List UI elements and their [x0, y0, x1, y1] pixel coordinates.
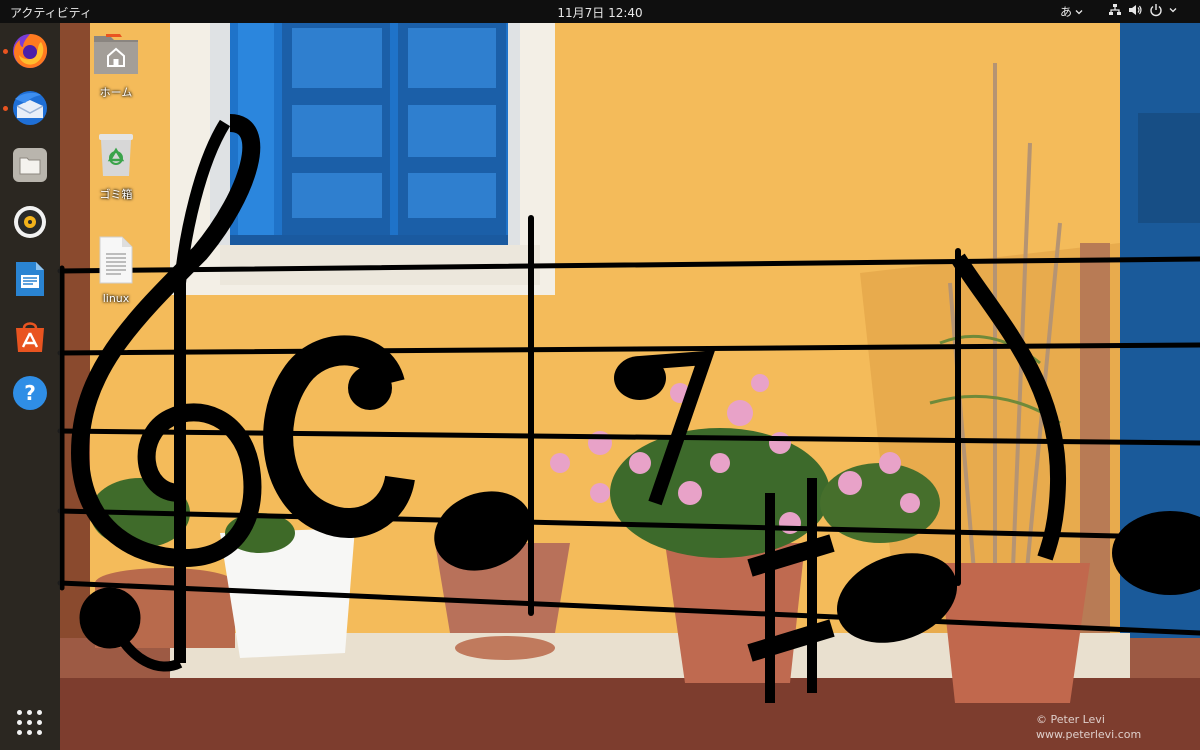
- show-applications-button[interactable]: [17, 710, 43, 736]
- credit-url: www.peterlevi.com: [1036, 728, 1142, 741]
- network-icon: [1109, 4, 1121, 15]
- desktop-icon-label: ホーム: [99, 86, 133, 99]
- input-method-menu[interactable]: あ: [1060, 3, 1083, 20]
- help-icon: ?: [13, 376, 47, 410]
- clock-button[interactable]: 11月7日 12:40: [557, 6, 642, 20]
- clock-container: 11月7日 12:40: [0, 4, 1200, 21]
- dock-thunderbird[interactable]: [10, 88, 50, 128]
- chevron-down-icon: [1075, 9, 1083, 14]
- desktop-icon-label: linux: [102, 292, 130, 305]
- top-bar: アクティビティ 11月7日 12:40 あ: [0, 0, 1200, 23]
- activities-button[interactable]: アクティビティ: [10, 4, 92, 21]
- chevron-down-icon: [1169, 8, 1177, 13]
- apps-grid-icon: [17, 710, 22, 715]
- wallpaper-image: [0, 23, 1200, 750]
- thunderbird-icon: [13, 91, 47, 125]
- dock-software[interactable]: [10, 316, 50, 356]
- power-icon: [1150, 4, 1162, 17]
- desktop-icon-linux[interactable]: linux: [86, 236, 146, 305]
- desktop-icon-label: ゴミ箱: [99, 188, 133, 201]
- dock-writer[interactable]: [10, 259, 50, 299]
- volume-icon: [1129, 5, 1142, 15]
- dock-help[interactable]: ?: [10, 373, 50, 413]
- wallpaper-credit: © Peter Levi www.peterlevi.com: [1036, 712, 1141, 742]
- text-file-icon: [99, 236, 133, 284]
- dock-files[interactable]: [10, 145, 50, 185]
- running-indicator: [3, 49, 8, 54]
- firefox-icon: [13, 34, 48, 68]
- software-icon: [16, 322, 44, 352]
- credit-author: © Peter Levi: [1036, 713, 1105, 726]
- system-menu[interactable]: [1108, 3, 1177, 17]
- desktop-wallpaper: [0, 23, 1200, 750]
- dock: ?: [0, 23, 60, 750]
- desktop-icon-trash[interactable]: ゴミ箱: [86, 132, 146, 202]
- home-folder-icon: [94, 34, 138, 74]
- svg-text:?: ?: [24, 381, 36, 405]
- dock-rhythmbox[interactable]: [10, 202, 50, 242]
- rhythmbox-icon: [14, 206, 46, 238]
- input-method-label: あ: [1060, 5, 1073, 19]
- files-icon: [13, 148, 47, 182]
- desktop-icon-home[interactable]: ホーム: [86, 30, 146, 100]
- writer-icon: [16, 262, 44, 296]
- dock-firefox[interactable]: [10, 31, 50, 71]
- running-indicator: [3, 106, 8, 111]
- trash-icon: [99, 134, 133, 176]
